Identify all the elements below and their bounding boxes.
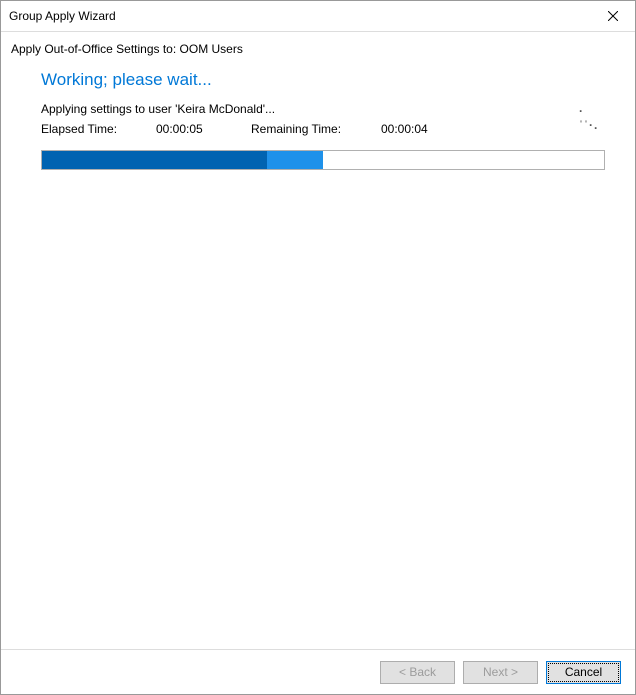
remaining-value: 00:00:04 (381, 122, 428, 136)
close-button[interactable] (590, 1, 635, 31)
status-row: Applying settings to user 'Keira McDonal… (31, 102, 605, 116)
cancel-button[interactable]: Cancel (546, 661, 621, 684)
elapsed-value: 00:00:05 (156, 122, 251, 136)
spinner-icon: ·ˈˈ·. (579, 104, 595, 114)
close-icon (608, 11, 618, 21)
titlebar: Group Apply Wizard (1, 1, 635, 31)
back-button[interactable]: < Back (380, 661, 455, 684)
next-button[interactable]: Next > (463, 661, 538, 684)
time-row: Elapsed Time: 00:00:05 Remaining Time: 0… (31, 122, 605, 136)
remaining-label: Remaining Time: (251, 122, 381, 136)
heading: Working; please wait... (31, 70, 605, 90)
window-title: Group Apply Wizard (9, 9, 116, 23)
content-area: Working; please wait... Applying setting… (1, 70, 635, 170)
subtitle: Apply Out-of-Office Settings to: OOM Use… (1, 32, 635, 70)
status-text: Applying settings to user 'Keira McDonal… (41, 102, 579, 116)
progress-bar (41, 150, 605, 170)
elapsed-label: Elapsed Time: (41, 122, 156, 136)
footer: < Back Next > Cancel (1, 649, 635, 694)
progress-highlight (267, 151, 323, 169)
